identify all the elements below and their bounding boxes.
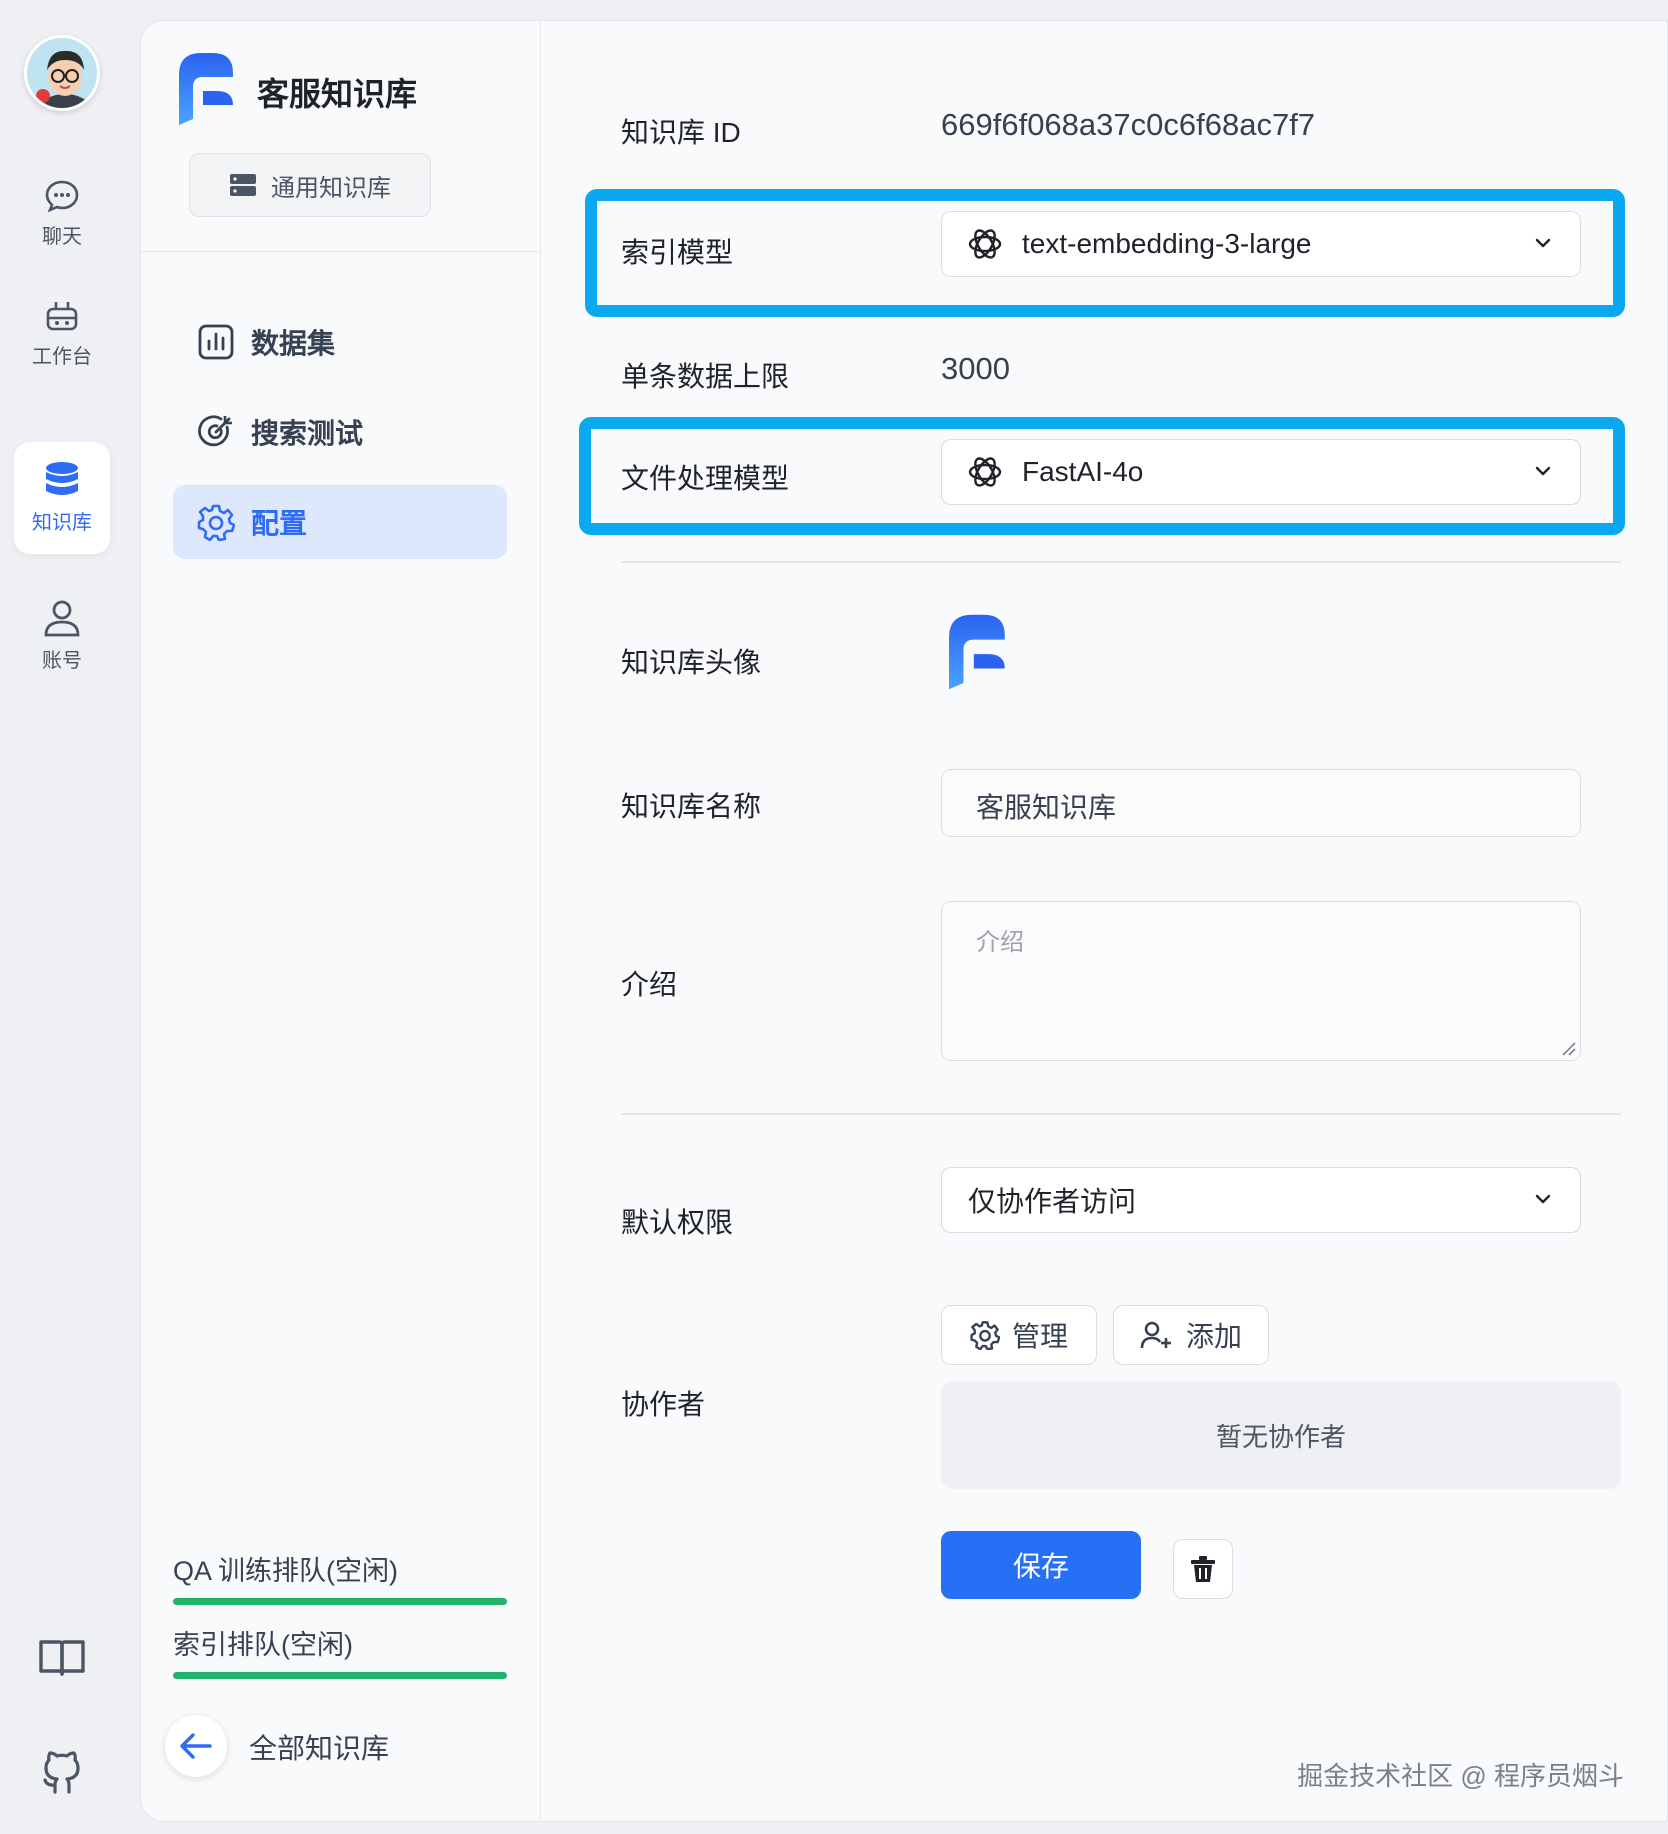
gear-icon: [197, 504, 235, 541]
permission-value: 仅协作者访问: [968, 1186, 1137, 1217]
kb-title: 客服知识库: [257, 76, 418, 112]
avatar[interactable]: [24, 35, 100, 111]
bar-chart-icon: [198, 324, 234, 360]
gear-icon: [970, 1321, 1000, 1350]
main-nav: 聊天 工作台 知识库 账号: [0, 0, 130, 1834]
config-panel: 知识库 ID 669f6f068a37c0c6f68ac7f7 索引模型 tex…: [540, 20, 1668, 1822]
nav-chat-label: 聊天: [42, 226, 82, 248]
database-icon: [46, 462, 78, 495]
arrow-left-icon: [180, 1733, 212, 1759]
collaborators-label: 协作者: [621, 1389, 706, 1420]
menu-item-config[interactable]: 配置: [173, 485, 507, 559]
back-button[interactable]: [165, 1715, 227, 1777]
server-icon: [230, 174, 256, 196]
index-model-value: text-embedding-3-large: [1022, 228, 1312, 259]
manage-collaborators-button[interactable]: 管理: [941, 1305, 1097, 1365]
kb-name-input[interactable]: 客服知识库: [941, 769, 1581, 837]
index-queue-progress: [173, 1672, 507, 1679]
chevron-down-icon: [1535, 1194, 1551, 1204]
nav-account-label: 账号: [42, 650, 82, 672]
manage-label: 管理: [1011, 1321, 1068, 1352]
kb-avatar-label: 知识库头像: [621, 647, 762, 678]
nav-knowledge-base[interactable]: 知识库: [14, 442, 110, 554]
collaborators-empty-state: 暂无协作者: [941, 1381, 1621, 1489]
qa-queue-status: QA 训练排队(空闲): [173, 1549, 507, 1605]
qa-queue-label: QA 训练排队(空闲): [173, 1556, 399, 1586]
openai-icon: [968, 229, 1002, 259]
github-icon: [43, 1751, 80, 1794]
kb-type-badge: 通用知识库: [189, 153, 431, 217]
nav-knowledge-base-label: 知识库: [32, 512, 92, 534]
nav-workbench[interactable]: 工作台: [14, 280, 110, 392]
openai-icon: [968, 457, 1002, 487]
sidebar-divider: [141, 251, 540, 252]
intro-label: 介绍: [621, 969, 678, 1000]
resize-handle-icon[interactable]: [1560, 1040, 1576, 1056]
delete-button[interactable]: [1173, 1539, 1233, 1599]
github-link[interactable]: [37, 1748, 87, 1798]
max-data-value: 3000: [941, 351, 1010, 386]
file-model-label: 文件处理模型: [621, 463, 790, 494]
kb-name-label: 知识库名称: [621, 791, 762, 822]
menu-item-config-label: 配置: [251, 508, 308, 539]
intro-textarea[interactable]: 介绍: [941, 901, 1581, 1061]
chat-icon: [45, 180, 79, 213]
chevron-down-icon: [1535, 238, 1551, 248]
file-model-value: FastAI-4o: [1022, 456, 1144, 487]
kb-type-label: 通用知识库: [271, 174, 391, 202]
menu-item-dataset-label: 数据集: [251, 328, 336, 359]
kb-logo-icon: [179, 53, 233, 125]
back-label[interactable]: 全部知识库: [249, 1727, 389, 1767]
index-queue-status: 索引排队(空闲): [173, 1623, 507, 1679]
permission-select[interactable]: 仅协作者访问: [941, 1167, 1581, 1233]
watermark: 掘金技术社区 @ 程序员烟斗: [1297, 1761, 1624, 1791]
index-model-select[interactable]: text-embedding-3-large: [941, 211, 1581, 277]
nav-workbench-label: 工作台: [32, 346, 92, 368]
qa-queue-progress: [173, 1598, 507, 1605]
docs-link[interactable]: [37, 1632, 87, 1682]
index-queue-label: 索引排队(空闲): [173, 1630, 353, 1660]
kb-avatar-icon[interactable]: [949, 611, 1011, 693]
robot-icon: [46, 302, 78, 331]
kb-sidebar: 客服知识库 通用知识库 数据集 搜索测试 配置 QA 训练排队(空闲) 索引排队…: [140, 20, 540, 1822]
target-icon: [198, 415, 232, 447]
kb-id-label: 知识库 ID: [621, 117, 741, 148]
book-icon: [39, 1640, 85, 1676]
avatar-image: [27, 38, 97, 108]
save-button[interactable]: 保存: [941, 1531, 1141, 1599]
menu-item-search-test-label: 搜索测试: [251, 418, 364, 449]
add-label: 添加: [1185, 1321, 1242, 1352]
intro-placeholder: 介绍: [976, 929, 1024, 956]
section-divider: [621, 561, 1621, 563]
section-divider: [621, 1113, 1621, 1115]
kb-id-value: 669f6f068a37c0c6f68ac7f7: [941, 107, 1316, 142]
index-model-label: 索引模型: [621, 237, 734, 268]
nav-chat[interactable]: 聊天: [14, 160, 110, 272]
chevron-down-icon: [1535, 466, 1551, 476]
add-collaborator-button[interactable]: 添加: [1113, 1305, 1269, 1365]
file-model-select[interactable]: FastAI-4o: [941, 439, 1581, 505]
menu-item-search-test[interactable]: 搜索测试: [173, 395, 507, 469]
user-add-icon: [1140, 1321, 1171, 1349]
user-icon: [44, 600, 80, 637]
permission-label: 默认权限: [621, 1207, 734, 1238]
menu-item-dataset[interactable]: 数据集: [173, 305, 507, 379]
nav-account[interactable]: 账号: [14, 580, 110, 692]
trash-icon: [1191, 1556, 1215, 1582]
max-data-label: 单条数据上限: [621, 361, 790, 392]
